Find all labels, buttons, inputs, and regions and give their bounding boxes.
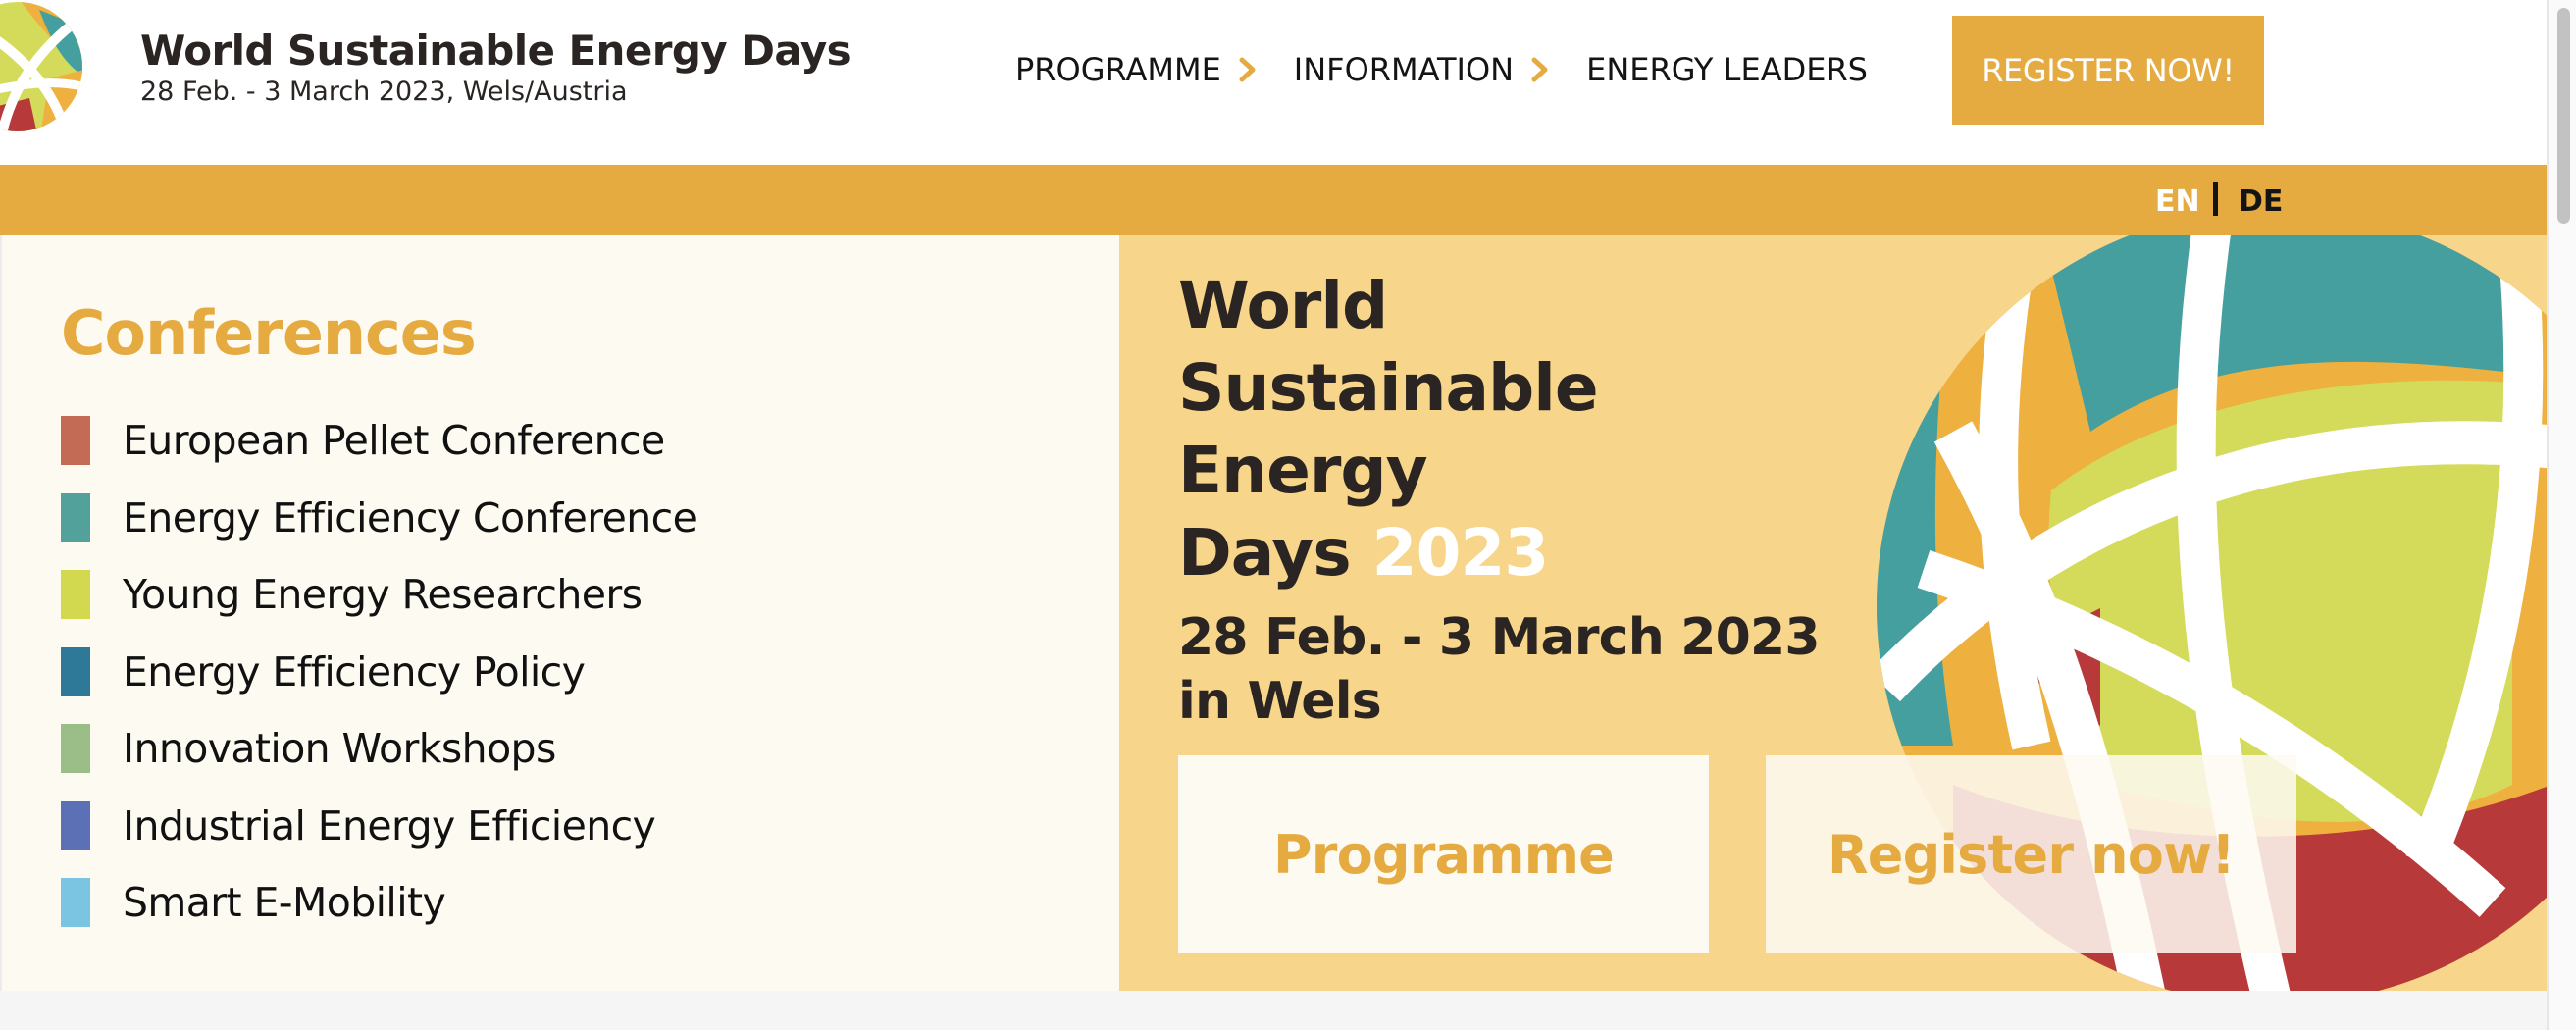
language-bar: EN DE xyxy=(0,165,2547,235)
conference-color-swatch xyxy=(61,416,90,466)
chevron-right-icon xyxy=(1531,57,1548,82)
register-now-button[interactable]: REGISTER NOW! xyxy=(1952,16,2264,125)
conference-color-swatch xyxy=(61,878,90,928)
conference-item-young-energy-researchers[interactable]: Young Energy Researchers xyxy=(61,556,696,634)
conference-item-smart-e-mobility[interactable]: Smart E-Mobility xyxy=(61,864,696,942)
nav-item-programme[interactable]: PROGRAMME xyxy=(1015,51,1294,88)
conference-label: Young Energy Researchers xyxy=(123,571,643,619)
conferences-heading: Conferences xyxy=(61,297,477,369)
conference-label: Energy Efficiency Policy xyxy=(123,647,586,695)
conference-color-swatch xyxy=(61,646,90,696)
conference-label: Smart E-Mobility xyxy=(123,879,446,927)
conference-item-innovation-workshops[interactable]: Innovation Workshops xyxy=(61,710,696,788)
site-title[interactable]: World Sustainable Energy Days xyxy=(140,26,851,75)
conference-item-industrial-energy-efficiency[interactable]: Industrial Energy Efficiency xyxy=(61,788,696,865)
conference-label: Industrial Energy Efficiency xyxy=(123,801,656,850)
conferences-panel: Conferences European Pellet Conference E… xyxy=(0,235,1119,991)
main-nav: PROGRAMME INFORMATION ENERGY LEADERS xyxy=(1015,51,1868,88)
conference-label: European Pellet Conference xyxy=(123,417,665,465)
hero-title-line: Sustainable xyxy=(1178,350,1599,426)
nav-item-information[interactable]: INFORMATION xyxy=(1294,51,1586,88)
hero-title-line: Days xyxy=(1178,515,1352,591)
nav-label-information: INFORMATION xyxy=(1293,51,1515,88)
language-de-link[interactable]: DE xyxy=(2239,184,2283,219)
conference-color-swatch xyxy=(61,724,90,774)
conference-label: Energy Efficiency Conference xyxy=(123,493,697,541)
hero-title: World Sustainable Energy Days 2023 xyxy=(1178,265,1599,594)
conference-item-energy-efficiency-policy[interactable]: Energy Efficiency Policy xyxy=(61,634,696,711)
site-header: World Sustainable Energy Days 28 Feb. - … xyxy=(0,0,2547,165)
conference-color-swatch xyxy=(61,800,90,850)
conference-item-energy-efficiency[interactable]: Energy Efficiency Conference xyxy=(61,480,697,557)
nav-item-energy-leaders[interactable]: ENERGY LEADERS xyxy=(1586,51,1868,88)
language-divider xyxy=(2213,182,2218,216)
register-button[interactable]: Register now! xyxy=(1766,755,2296,953)
hero-title-year: 2023 xyxy=(1371,515,1550,591)
page-scrollbar[interactable] xyxy=(2547,0,2576,1030)
conference-item-european-pellet[interactable]: European Pellet Conference xyxy=(61,402,696,480)
logo-globe-icon[interactable] xyxy=(0,0,84,143)
conference-color-swatch xyxy=(61,492,90,542)
hero-title-line: Energy xyxy=(1178,433,1428,508)
hero-location-line: in Wels xyxy=(1178,672,1382,731)
scrollbar-thumb[interactable] xyxy=(2557,8,2570,224)
language-en-link[interactable]: EN xyxy=(2155,184,2200,219)
chevron-right-icon xyxy=(1239,57,1256,82)
hero-dates: 28 Feb. - 3 March 2023 in Wels xyxy=(1178,606,1821,734)
hero-banner: World Sustainable Energy Days 2023 28 Fe… xyxy=(1119,235,2547,991)
conference-label: Innovation Workshops xyxy=(123,725,556,773)
site-subtitle: 28 Feb. - 3 March 2023, Wels/Austria xyxy=(140,77,628,107)
programme-button[interactable]: Programme xyxy=(1178,755,1709,953)
conference-color-swatch xyxy=(61,570,90,620)
hero-dates-line: 28 Feb. - 3 March 2023 xyxy=(1178,608,1821,667)
nav-label-energy-leaders: ENERGY LEADERS xyxy=(1586,51,1868,88)
conferences-list: European Pellet Conference Energy Effici… xyxy=(61,402,697,942)
hero-title-line: World xyxy=(1178,268,1388,343)
nav-label-programme: PROGRAMME xyxy=(1015,51,1221,88)
